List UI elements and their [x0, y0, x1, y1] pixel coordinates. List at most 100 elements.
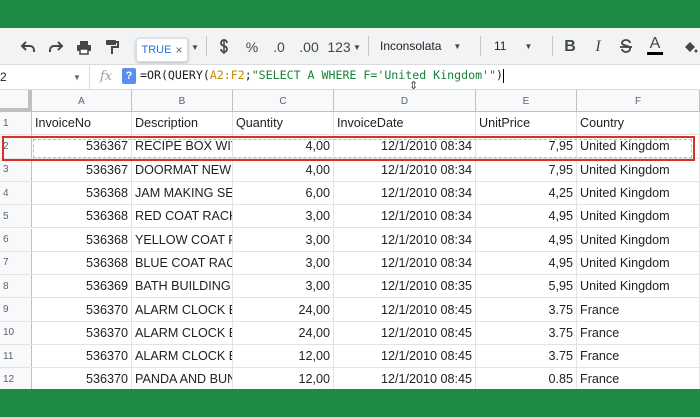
row-header[interactable]: 9	[0, 298, 32, 321]
table-cell[interactable]: 12/1/2010 08:35	[334, 275, 476, 298]
redo-icon[interactable]	[46, 35, 66, 59]
column-header-f[interactable]: F	[577, 90, 700, 112]
select-all-corner[interactable]	[0, 90, 32, 112]
table-cell[interactable]: 12/1/2010 08:45	[334, 345, 476, 368]
table-cell[interactable]: 3,00	[233, 251, 334, 275]
table-cell[interactable]: 3,00	[233, 228, 334, 251]
table-cell[interactable]: 536370	[32, 298, 132, 321]
formula-help-icon[interactable]: ?	[122, 68, 136, 84]
percent-format-button[interactable]: %	[242, 35, 262, 59]
row-header[interactable]: 4	[0, 181, 32, 205]
table-cell[interactable]: United Kingdom	[577, 158, 700, 181]
table-cell[interactable]: PANDA AND BUN	[132, 368, 233, 391]
row-header[interactable]: 12	[0, 368, 32, 391]
column-header-e[interactable]: E	[476, 90, 577, 112]
row-header[interactable]: 3	[0, 158, 32, 181]
table-cell[interactable]: France	[577, 321, 700, 344]
table-cell[interactable]: ALARM CLOCK B	[132, 345, 233, 368]
table-cell[interactable]: 12/1/2010 08:34	[334, 181, 476, 205]
italic-button[interactable]: I	[588, 35, 608, 59]
font-family-select[interactable]: Inconsolata ▼	[380, 34, 461, 58]
header-cell[interactable]: Quantity	[233, 112, 334, 135]
table-cell[interactable]: 12/1/2010 08:34	[334, 251, 476, 275]
header-cell[interactable]: Country	[577, 112, 700, 135]
column-header-d[interactable]: D	[334, 90, 476, 112]
table-cell[interactable]: 536367	[32, 158, 132, 181]
table-cell[interactable]: BLUE COAT RACK	[132, 251, 233, 275]
table-cell[interactable]: 12/1/2010 08:34	[334, 158, 476, 181]
table-cell[interactable]: 12/1/2010 08:45	[334, 368, 476, 391]
table-cell[interactable]: 536370	[32, 345, 132, 368]
name-box-caret-icon[interactable]: ▼	[73, 73, 81, 82]
row-header[interactable]: 11	[0, 345, 32, 368]
row-header[interactable]: 6	[0, 228, 32, 251]
table-cell[interactable]: France	[577, 345, 700, 368]
fill-color-icon[interactable]	[680, 35, 700, 59]
header-cell[interactable]: InvoiceDate	[334, 112, 476, 135]
chip-close-icon[interactable]: ×	[175, 43, 182, 57]
column-header-c[interactable]: C	[233, 90, 334, 112]
row-header[interactable]: 7	[0, 251, 32, 275]
table-cell[interactable]: 12/1/2010 08:45	[334, 298, 476, 321]
table-cell[interactable]: 12/1/2010 08:45	[334, 321, 476, 344]
table-cell[interactable]: 12,00	[233, 368, 334, 391]
decrease-decimal-button[interactable]: .0	[267, 35, 291, 59]
table-cell[interactable]: 3.75	[476, 298, 577, 321]
table-cell[interactable]: 536368	[32, 228, 132, 251]
table-cell[interactable]: 5,95	[476, 275, 577, 298]
zoom-caret-icon[interactable]: ▼	[190, 35, 200, 59]
print-icon[interactable]	[74, 35, 94, 59]
table-cell[interactable]: 12/1/2010 08:34	[334, 205, 476, 228]
table-cell[interactable]: 0.85	[476, 368, 577, 391]
autocomplete-chip[interactable]: TRUE ×	[136, 38, 188, 62]
row-header[interactable]: 5	[0, 205, 32, 228]
header-cell[interactable]: UnitPrice	[476, 112, 577, 135]
table-cell[interactable]: 3.75	[476, 321, 577, 344]
undo-icon[interactable]	[18, 35, 38, 59]
table-cell[interactable]: 4,00	[233, 158, 334, 181]
column-header-a[interactable]: A	[32, 90, 132, 112]
text-color-button[interactable]: A	[644, 33, 666, 57]
row-header[interactable]: 10	[0, 321, 32, 344]
table-cell[interactable]: 4,95	[476, 205, 577, 228]
header-cell[interactable]: Description	[132, 112, 233, 135]
bold-button[interactable]: B	[560, 35, 580, 59]
table-cell[interactable]: United Kingdom	[577, 181, 700, 205]
table-cell[interactable]: 4,25	[476, 181, 577, 205]
table-cell[interactable]: 24,00	[233, 321, 334, 344]
formula-input[interactable]: =OR(QUERY(A2:F2;"SELECT A WHERE F='Unite…	[140, 68, 504, 83]
table-cell[interactable]: 536370	[32, 321, 132, 344]
table-cell[interactable]: BATH BUILDING	[132, 275, 233, 298]
table-cell[interactable]: 536368	[32, 205, 132, 228]
table-cell[interactable]: 536368	[32, 181, 132, 205]
table-cell[interactable]: 12,00	[233, 345, 334, 368]
table-cell[interactable]: France	[577, 298, 700, 321]
row-header[interactable]: 1	[0, 112, 32, 135]
table-cell[interactable]: 536369	[32, 275, 132, 298]
table-cell[interactable]: 3,00	[233, 205, 334, 228]
table-cell[interactable]: 7,95	[476, 158, 577, 181]
number-format-caret-icon[interactable]: ▼	[352, 35, 362, 59]
paint-format-icon[interactable]	[102, 35, 122, 59]
strikethrough-icon[interactable]	[616, 35, 636, 59]
increase-decimal-button[interactable]: .00	[296, 35, 322, 59]
table-cell[interactable]: United Kingdom	[577, 228, 700, 251]
table-cell[interactable]: France	[577, 368, 700, 391]
row-header[interactable]: 8	[0, 275, 32, 298]
table-cell[interactable]: 536370	[32, 368, 132, 391]
table-cell[interactable]: 536368	[32, 251, 132, 275]
table-cell[interactable]: YELLOW COAT R	[132, 228, 233, 251]
table-cell[interactable]: RED COAT RACK	[132, 205, 233, 228]
table-cell[interactable]: United Kingdom	[577, 275, 700, 298]
table-cell[interactable]: ALARM CLOCK B	[132, 298, 233, 321]
table-cell[interactable]: JAM MAKING SE	[132, 181, 233, 205]
table-cell[interactable]: DOORMAT NEW	[132, 158, 233, 181]
table-cell[interactable]: United Kingdom	[577, 251, 700, 275]
column-header-b[interactable]: B	[132, 90, 233, 112]
currency-icon[interactable]	[214, 35, 234, 59]
table-cell[interactable]: 6,00	[233, 181, 334, 205]
table-cell[interactable]: 12/1/2010 08:34	[334, 228, 476, 251]
number-format-button[interactable]: 123	[326, 35, 352, 59]
header-cell[interactable]: InvoiceNo	[32, 112, 132, 135]
font-size-select[interactable]: 11 ▼	[494, 34, 532, 58]
